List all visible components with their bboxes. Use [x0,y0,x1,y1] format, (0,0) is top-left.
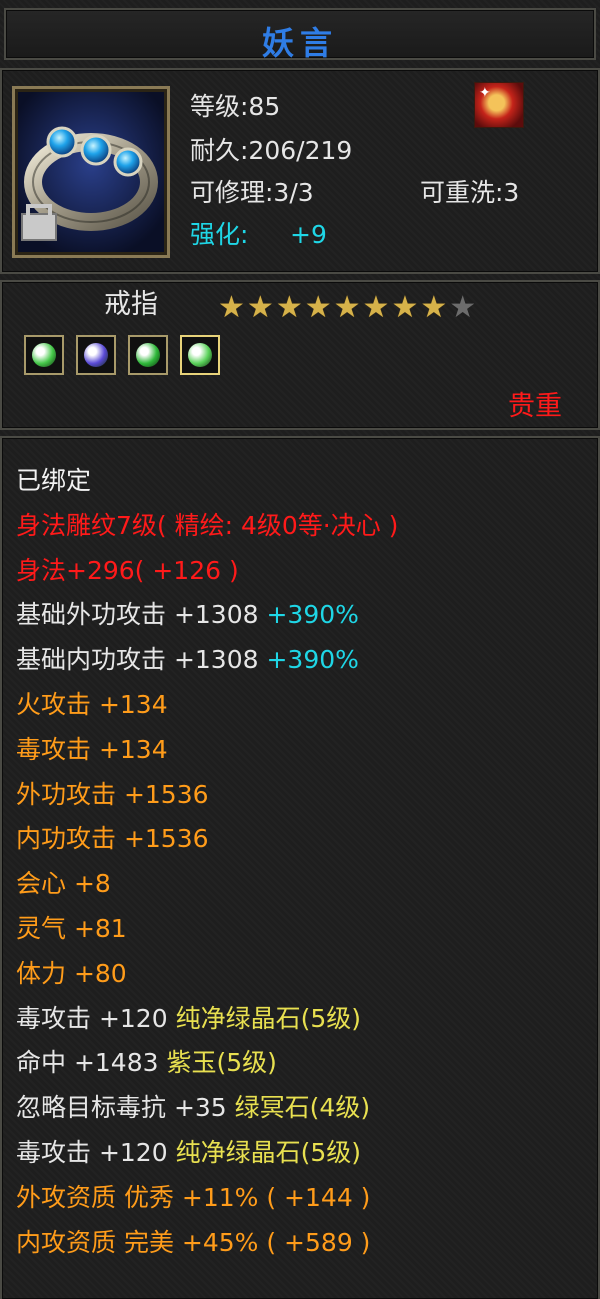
green-crystal-icon [136,343,160,367]
item-type: 戒指 [104,289,158,320]
stat-line: 内攻资质 完美 +45% ( +589 ) [16,1228,370,1258]
stat-text: +390% [266,645,359,674]
stat-line: 毒攻击 +120 纯净绿晶石(5级) [16,1138,361,1168]
gem-slot[interactable] [24,335,64,375]
star-icon: ★ [391,290,419,325]
stat-text: 内功攻击 +1536 [16,824,209,853]
gem-slot[interactable] [180,335,220,375]
quality-badge-icon: ✦ [474,82,524,128]
stat-line: 内功攻击 +1536 [16,824,209,854]
stat-text: 基础外功攻击 +1308 [16,600,267,629]
stat-text: 纯净绿晶石(5级) [175,1004,361,1033]
item-enhance-value: +9 [290,220,327,249]
stat-text: 外功攻击 +1536 [16,780,209,809]
stat-text: +390% [266,600,359,629]
star-icon: ★ [246,290,274,325]
stat-text: 身法雕纹7级( 精绘: 4级0等·决心 ) [16,511,399,540]
stat-line: 火攻击 +134 [16,690,168,720]
stat-line: 外攻资质 优秀 +11% ( +144 ) [16,1183,370,1213]
item-enhance-label: 强化: [190,220,249,249]
star-icon: ★ [333,290,361,325]
stat-text: 会心 +8 [16,869,111,898]
stat-line: 体力 +80 [16,959,127,989]
stat-text: 已绑定 [16,466,92,495]
star-icon: ★ [304,290,332,325]
stat-line: 身法雕纹7级( 精绘: 4级0等·决心 ) [16,511,398,541]
stat-text: 内攻资质 完美 +45% ( +589 ) [16,1228,371,1257]
stat-text: 体力 +80 [16,959,127,988]
stat-text: 忽略目标毒抗 +35 [16,1093,235,1122]
stat-text: 命中 +1483 [16,1048,167,1077]
item-tooltip-panel: 妖言 等级:85 耐久:206/219 可修理:3/3 可重洗:3 强化: +9… [0,0,600,1299]
star-icon: ★ [362,290,390,325]
stat-line: 基础内功攻击 +1308 +390% [16,645,359,675]
stat-line: 灵气 +81 [16,914,127,944]
stat-line: 毒攻击 +134 [16,735,168,765]
stat-line: 身法+296( +126 ) [16,556,239,586]
title-bar: 妖言 [4,8,596,62]
item-durability: 耐久:206/219 [190,136,353,165]
star-icon: ★ [420,290,448,325]
stat-text: 毒攻击 +134 [16,735,168,764]
stat-text: 紫玉(5级) [166,1048,277,1077]
stat-text: 身法+296( +126 ) [16,556,239,585]
stat-line: 忽略目标毒抗 +35 绿冥石(4级) [16,1093,370,1123]
star-icon: ★ [449,290,477,325]
star-icon: ★ [275,290,303,325]
green-gem-icon [188,343,212,367]
stat-text: 灵气 +81 [16,914,127,943]
gem-slot[interactable] [76,335,116,375]
stat-line: 毒攻击 +120 纯净绿晶石(5级) [16,1004,361,1034]
star-rating: ★★★★★★★★★ [218,292,478,324]
star-icon: ★ [218,290,245,325]
stat-line: 外功攻击 +1536 [16,780,209,810]
stat-text: 纯净绿晶石(5级) [175,1138,361,1167]
stat-text: 毒攻击 +120 [16,1004,176,1033]
item-rarity: 贵重 [508,391,562,422]
item-level: 等级:85 [190,92,281,121]
gem-slot[interactable] [128,335,168,375]
purple-gem-icon [84,343,108,367]
item-rewash-count: 可重洗:3 [420,178,520,207]
stat-text: 火攻击 +134 [16,690,168,719]
green-gem-icon [32,343,56,367]
stat-text: 外攻资质 优秀 +11% ( +144 ) [16,1183,371,1212]
stat-line: 命中 +1483 紫玉(5级) [16,1048,277,1078]
stat-text: 绿冥石(4级) [234,1093,371,1122]
stat-line: 基础外功攻击 +1308 +390% [16,600,359,630]
item-name: 妖言 [261,24,338,62]
stat-line: 已绑定 [16,466,91,496]
stat-line: 会心 +8 [16,869,111,899]
item-repair-count: 可修理:3/3 [190,178,314,207]
stat-text: 基础内功攻击 +1308 [16,645,267,674]
ring-icon [18,92,164,252]
stat-text: 毒攻击 +120 [16,1138,176,1167]
